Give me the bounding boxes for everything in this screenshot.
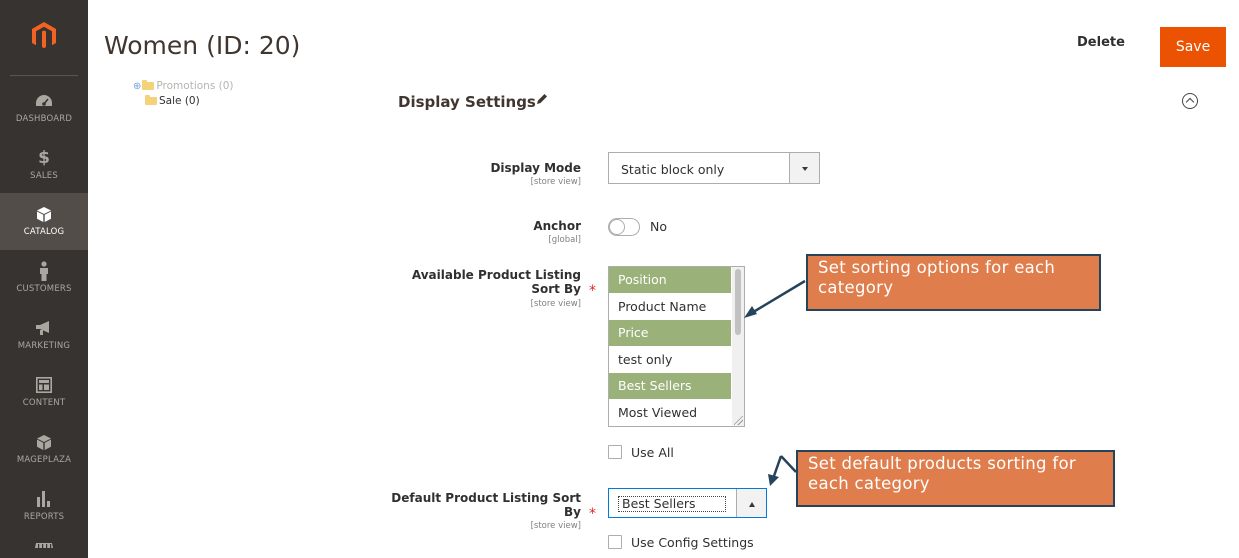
- sidebar-divider: [10, 75, 78, 76]
- dashboard-icon: [0, 92, 88, 110]
- use-config-settings-checkbox[interactable]: [608, 535, 622, 549]
- default-sort-by-label: Default Product Listing Sort By: [391, 491, 581, 519]
- scope-label: [store view]: [530, 299, 581, 309]
- use-config-settings-label[interactable]: Use Config Settings: [631, 535, 754, 550]
- callout-arrow-line: [749, 279, 806, 316]
- sidebar-item-sales[interactable]: $ SALES: [0, 137, 88, 194]
- label-line: Sort By: [531, 282, 581, 296]
- save-button[interactable]: Save: [1160, 27, 1226, 67]
- expand-icon[interactable]: ⊕: [133, 81, 141, 92]
- sidebar-item-label: CONTENT: [22, 398, 66, 408]
- sidebar-item-label: REPORTS: [23, 512, 65, 522]
- resize-handle-icon[interactable]: [734, 416, 743, 425]
- scrollbar-thumb[interactable]: [735, 269, 741, 335]
- cube-icon: [0, 205, 88, 223]
- category-tree: ⊕ Promotions (0) Sale (0): [133, 80, 234, 110]
- label-line: Available Product Listing: [411, 268, 581, 282]
- collapse-icon[interactable]: [1182, 93, 1198, 109]
- label-line: Default Product Listing Sort: [391, 491, 581, 505]
- label-line: By: [564, 505, 581, 519]
- display-mode-select[interactable]: Static block only: [608, 152, 820, 184]
- scrollbar[interactable]: [732, 267, 744, 426]
- default-sorting-callout: Set default products sorting for each ca…: [796, 450, 1115, 507]
- tree-item-label: Sale (0): [159, 95, 200, 107]
- folder-icon: [145, 95, 157, 105]
- folder-icon: [142, 80, 155, 90]
- sidebar-item-label: SALES: [30, 171, 58, 181]
- sidebar-item-label: DASHBOARD: [15, 114, 73, 124]
- scope-label: [global]: [548, 235, 581, 245]
- page-title: Women (ID: 20): [104, 31, 301, 60]
- arrow-head-icon: [744, 306, 757, 318]
- chevron-up-icon: [749, 502, 755, 507]
- sidebar-item-label: MARKETING: [17, 341, 71, 351]
- available-sort-by-multiselect[interactable]: Position Product Name Price test only Be…: [608, 266, 745, 427]
- callout-arrow-line: [772, 455, 783, 477]
- sidebar-item-label: CATALOG: [23, 227, 65, 237]
- sorting-options-callout: Set sorting options for each category: [806, 254, 1101, 311]
- cube-icon: [0, 433, 88, 451]
- anchor-label: Anchor: [533, 219, 581, 233]
- tree-item-promotions[interactable]: ⊕ Promotions (0): [133, 80, 234, 95]
- sidebar-item-customers[interactable]: CUSTOMERS: [0, 250, 88, 307]
- chevron-down-icon: [802, 167, 808, 171]
- sidebar-item-content[interactable]: CONTENT: [0, 364, 88, 421]
- sidebar-item-label: MAGEPLAZA: [16, 455, 72, 465]
- display-mode-label: Display Mode: [490, 161, 581, 175]
- section-title[interactable]: Display Settings: [398, 93, 536, 111]
- available-sort-by-label: Available Product Listing Sort By: [412, 268, 581, 296]
- person-icon: [0, 261, 88, 281]
- sidebar-item-dashboard[interactable]: DASHBOARD: [0, 80, 88, 137]
- option-best-sellers[interactable]: Best Sellers: [609, 373, 731, 399]
- dropdown-button[interactable]: [789, 153, 819, 183]
- layout-icon: [0, 376, 88, 394]
- use-all-checkbox[interactable]: [608, 445, 622, 459]
- dropdown-button[interactable]: [736, 489, 766, 517]
- sidebar-item-catalog[interactable]: CATALOG: [0, 193, 88, 250]
- default-sort-by-select[interactable]: Best Sellers: [608, 488, 767, 518]
- sidebar-item-reports[interactable]: REPORTS: [0, 478, 88, 535]
- required-asterisk: *: [589, 506, 596, 522]
- toggle-value: No: [650, 219, 667, 234]
- pencil-icon: [537, 94, 547, 104]
- option-product-name[interactable]: Product Name: [609, 294, 731, 320]
- megaphone-icon: [0, 319, 88, 337]
- sidebar-item-mageplaza[interactable]: MAGEPLAZA: [0, 421, 88, 478]
- option-most-viewed[interactable]: Most Viewed: [609, 400, 731, 426]
- sidebar-item-marketing[interactable]: MARKETING: [0, 307, 88, 364]
- sidebar-item-stores[interactable]: [0, 532, 88, 558]
- admin-sidebar: DASHBOARD $ SALES CATALOG CUSTOMERS MARK…: [0, 0, 88, 558]
- option-price[interactable]: Price: [609, 320, 731, 346]
- store-icon: [0, 540, 88, 558]
- use-all-label[interactable]: Use All: [631, 445, 674, 460]
- select-value: Static block only: [621, 162, 725, 177]
- magento-logo[interactable]: [0, 0, 88, 76]
- anchor-toggle[interactable]: [608, 218, 640, 236]
- arrow-head-icon: [768, 474, 779, 486]
- callout-arrow-line: [780, 455, 797, 473]
- bar-chart-icon: [0, 490, 88, 508]
- required-asterisk: *: [589, 283, 596, 299]
- tree-item-label: Promotions (0): [156, 80, 234, 92]
- select-value: Best Sellers: [618, 496, 726, 512]
- scope-label: [store view]: [530, 177, 581, 187]
- scope-label: [store view]: [530, 521, 581, 531]
- toggle-knob: [609, 219, 625, 235]
- option-test-only[interactable]: test only: [609, 347, 731, 373]
- sidebar-item-label: CUSTOMERS: [16, 284, 72, 294]
- delete-button[interactable]: Delete: [1077, 35, 1125, 50]
- dollar-icon: $: [38, 148, 50, 168]
- tree-item-sale[interactable]: Sale (0): [133, 95, 234, 110]
- option-position[interactable]: Position: [609, 267, 731, 293]
